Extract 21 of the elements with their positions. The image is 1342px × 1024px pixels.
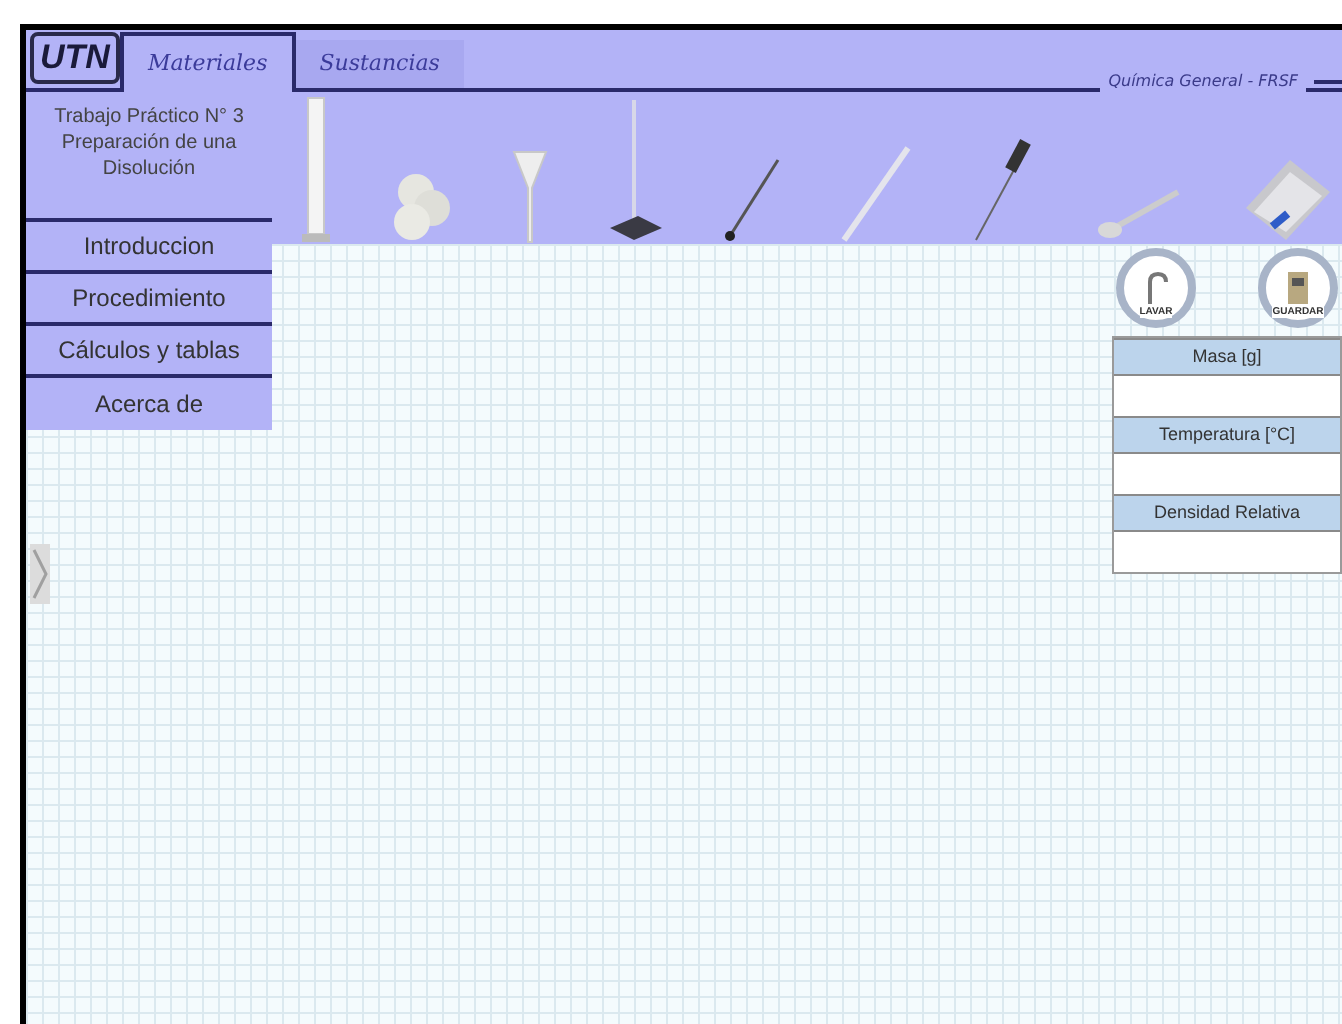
tab[interactable]: Sustancias [295, 40, 464, 88]
sidebar-item[interactable]: Procedimiento [26, 274, 272, 326]
expand-handle[interactable] [30, 544, 50, 604]
spatula-icon[interactable] [1093, 184, 1181, 244]
sidebar-item[interactable]: Acerca de [26, 378, 272, 430]
chevron-right-icon [32, 548, 48, 600]
column-header: Densidad Relativa [1114, 494, 1340, 532]
sidebar-item[interactable]: Cálculos y tablas [26, 326, 272, 378]
funnel-icon[interactable] [512, 148, 548, 244]
cabinet-icon [1286, 270, 1310, 306]
stirring-rod-icon[interactable] [722, 156, 782, 244]
tab[interactable]: Materiales [119, 32, 296, 92]
column-header: Temperatura [°C] [1114, 416, 1340, 454]
graduated-cylinder-icon[interactable] [302, 96, 330, 244]
pipette-icon[interactable] [839, 144, 911, 244]
lab-stand-icon[interactable] [605, 96, 665, 244]
faucet-icon [1142, 270, 1170, 306]
sidebar-item[interactable]: Introduccion [26, 222, 272, 274]
column-header: Masa [g] [1114, 338, 1340, 376]
header-subtitle: Química General - FRSF [1100, 70, 1306, 94]
practice-title: Trabajo Práctico N° 3 Preparación de una Disolución [26, 96, 272, 222]
